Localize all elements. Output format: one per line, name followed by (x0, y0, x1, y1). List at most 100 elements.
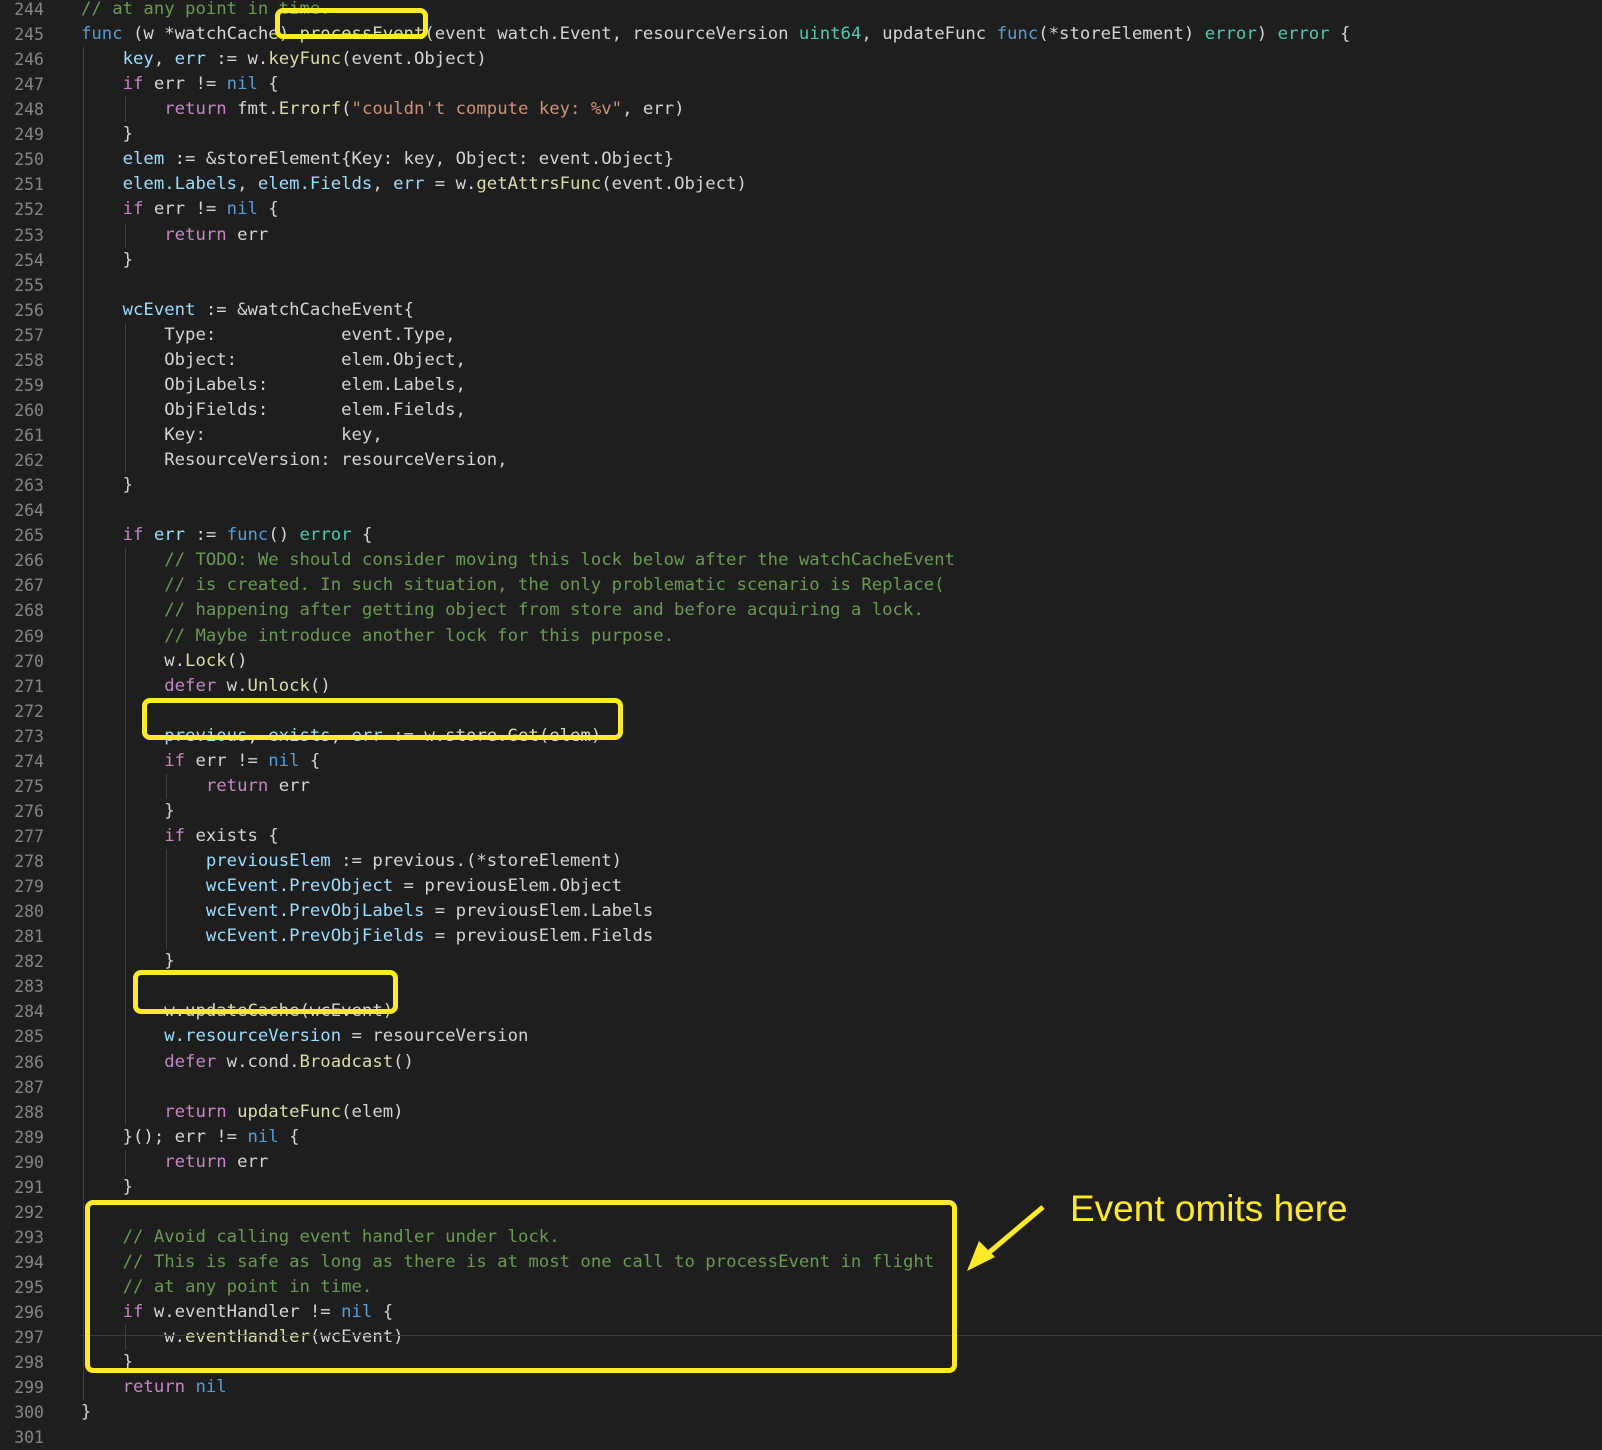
code-line[interactable]: 296 if w.eventHandler != nil { (0, 1300, 1602, 1325)
code-token: return (164, 224, 227, 245)
code-line[interactable]: 275 return err (0, 774, 1602, 799)
code-token: // happening after getting object from s… (164, 600, 924, 621)
code-token: elem (122, 149, 165, 170)
line-number: 271 (14, 676, 44, 696)
code-token: Lock (185, 650, 227, 671)
code-line[interactable]: 257 Type: event.Type, (0, 323, 1602, 348)
code-line[interactable]: 290 return err (0, 1150, 1602, 1175)
code-token: { (257, 199, 279, 220)
code-line[interactable]: 293 // Avoid calling event handler under… (0, 1225, 1602, 1250)
code-line[interactable]: 292 (0, 1200, 1602, 1225)
code-line[interactable]: 250 elem := &storeElement{Key: key, Obje… (0, 147, 1602, 172)
code-line[interactable]: 279 wcEvent.PrevObject = previousElem.Ob… (0, 874, 1602, 899)
code-text: func (w *watchCache) processEvent(event … (81, 22, 1350, 47)
code-line[interactable]: 269 // Maybe introduce another lock for … (0, 624, 1602, 649)
code-line[interactable]: 251 elem.Labels, elem.Fields, err = w.ge… (0, 172, 1602, 197)
code-line[interactable]: 267 // is created. In such situation, th… (0, 573, 1602, 598)
code-token: = previousElem.Labels (424, 901, 654, 922)
code-line[interactable]: 281 wcEvent.PrevObjFields = previousElem… (0, 924, 1602, 949)
code-text: ObjFields: elem.Fields, (81, 398, 466, 423)
code-text: Type: event.Type, (81, 323, 455, 348)
code-line[interactable]: 262 ResourceVersion: resourceVersion, (0, 448, 1602, 473)
code-line[interactable]: 298 } (0, 1350, 1602, 1375)
code-token: key (122, 49, 154, 70)
code-line[interactable]: 284 w.updateCache(wcEvent) (0, 999, 1602, 1024)
code-token: (elem) (341, 1101, 404, 1122)
code-line[interactable]: 280 wcEvent.PrevObjLabels = previousElem… (0, 899, 1602, 924)
code-line[interactable]: 247 if err != nil { (0, 72, 1602, 97)
code-line[interactable]: 272 (0, 699, 1602, 724)
code-line[interactable]: 253 return err (0, 223, 1602, 248)
code-line[interactable]: 249 } (0, 122, 1602, 147)
code-text: w.eventHandler(wcEvent) (81, 1325, 403, 1350)
code-line[interactable]: 297 w.eventHandler(wcEvent) (0, 1325, 1602, 1350)
code-line[interactable]: 274 if err != nil { (0, 749, 1602, 774)
code-line[interactable]: 276 } (0, 799, 1602, 824)
code-line[interactable]: 254 } (0, 248, 1602, 273)
indent-guide (124, 97, 126, 123)
line-number: 246 (14, 50, 44, 70)
code-token: } (81, 1402, 92, 1423)
line-number: 287 (14, 1077, 44, 1097)
code-token: () (393, 1051, 414, 1072)
code-line[interactable]: 285 w.resourceVersion = resourceVersion (0, 1024, 1602, 1049)
code-line[interactable]: 300} (0, 1400, 1602, 1425)
code-line[interactable]: 288 return updateFunc(elem) (0, 1100, 1602, 1125)
code-token: nil (341, 1302, 373, 1323)
line-number: 260 (14, 400, 44, 420)
code-line[interactable]: 255 (0, 273, 1602, 298)
code-token: := w. (205, 49, 269, 70)
code-line[interactable]: 286 defer w.cond.Broadcast() (0, 1050, 1602, 1075)
code-line[interactable]: 259 ObjLabels: elem.Labels, (0, 373, 1602, 398)
code-token: () (268, 525, 300, 546)
code-line[interactable]: 291 } (0, 1175, 1602, 1200)
line-number: 248 (14, 100, 44, 120)
code-token: updateCache (185, 1001, 300, 1022)
code-line[interactable]: 283 (0, 974, 1602, 999)
code-token: w.eventHandler != (143, 1302, 342, 1323)
code-text: defer w.Unlock() (81, 674, 331, 699)
code-line[interactable]: 289 }(); err != nil { (0, 1125, 1602, 1150)
code-line[interactable]: 295 // at any point in time. (0, 1275, 1602, 1300)
code-line[interactable]: 271 defer w.Unlock() (0, 674, 1602, 699)
code-line[interactable]: 266 // TODO: We should consider moving t… (0, 548, 1602, 573)
line-number: 286 (14, 1052, 44, 1072)
code-text: } (81, 248, 133, 273)
code-line[interactable]: 278 previousElem := previous.(*storeElem… (0, 849, 1602, 874)
code-text: return err (81, 774, 310, 799)
code-token: // Maybe introduce another lock for this… (164, 625, 675, 646)
code-line[interactable]: 263 } (0, 473, 1602, 498)
code-line[interactable]: 260 ObjFields: elem.Fields, (0, 398, 1602, 423)
code-line[interactable]: 273 previous, exists, err := w.store.Get… (0, 724, 1602, 749)
code-line[interactable]: 287 (0, 1075, 1602, 1100)
code-token: err (174, 49, 206, 70)
line-number: 280 (14, 902, 44, 922)
code-line[interactable]: 270 w.Lock() (0, 649, 1602, 674)
line-number: 273 (14, 726, 44, 746)
code-line[interactable]: 256 wcEvent := &watchCacheEvent{ (0, 298, 1602, 323)
code-line[interactable]: 244 // at any point in time. (0, 0, 1602, 22)
code-line[interactable]: 268 // happening after getting object fr… (0, 598, 1602, 623)
line-number: 258 (14, 350, 44, 370)
code-line[interactable]: 265 if err := func() error { (0, 523, 1602, 548)
code-token: defer (164, 675, 217, 696)
code-line[interactable]: 282 } (0, 949, 1602, 974)
code-line[interactable]: 261 Key: key, (0, 423, 1602, 448)
code-line[interactable]: 245 func (w *watchCache) processEvent(eve… (0, 22, 1602, 47)
code-line[interactable]: 299 return nil (0, 1375, 1602, 1400)
code-line[interactable]: 248 return fmt.Errorf("couldn't compute … (0, 97, 1602, 122)
code-editor[interactable]: 244 // at any point in time. 245 func (w *w… (0, 0, 1602, 1447)
code-line[interactable]: 277 if exists { (0, 824, 1602, 849)
code-line[interactable]: 264 (0, 498, 1602, 523)
code-token: ) (1256, 24, 1278, 45)
code-line[interactable]: 246 key, err := w.keyFunc(event.Object) (0, 47, 1602, 72)
code-line[interactable]: 252 if err != nil { (0, 197, 1602, 222)
code-line[interactable]: 258 Object: elem.Object, (0, 348, 1602, 373)
code-line[interactable]: 294 // This is safe as long as there is … (0, 1250, 1602, 1275)
code-line[interactable]: 301 (0, 1425, 1602, 1450)
